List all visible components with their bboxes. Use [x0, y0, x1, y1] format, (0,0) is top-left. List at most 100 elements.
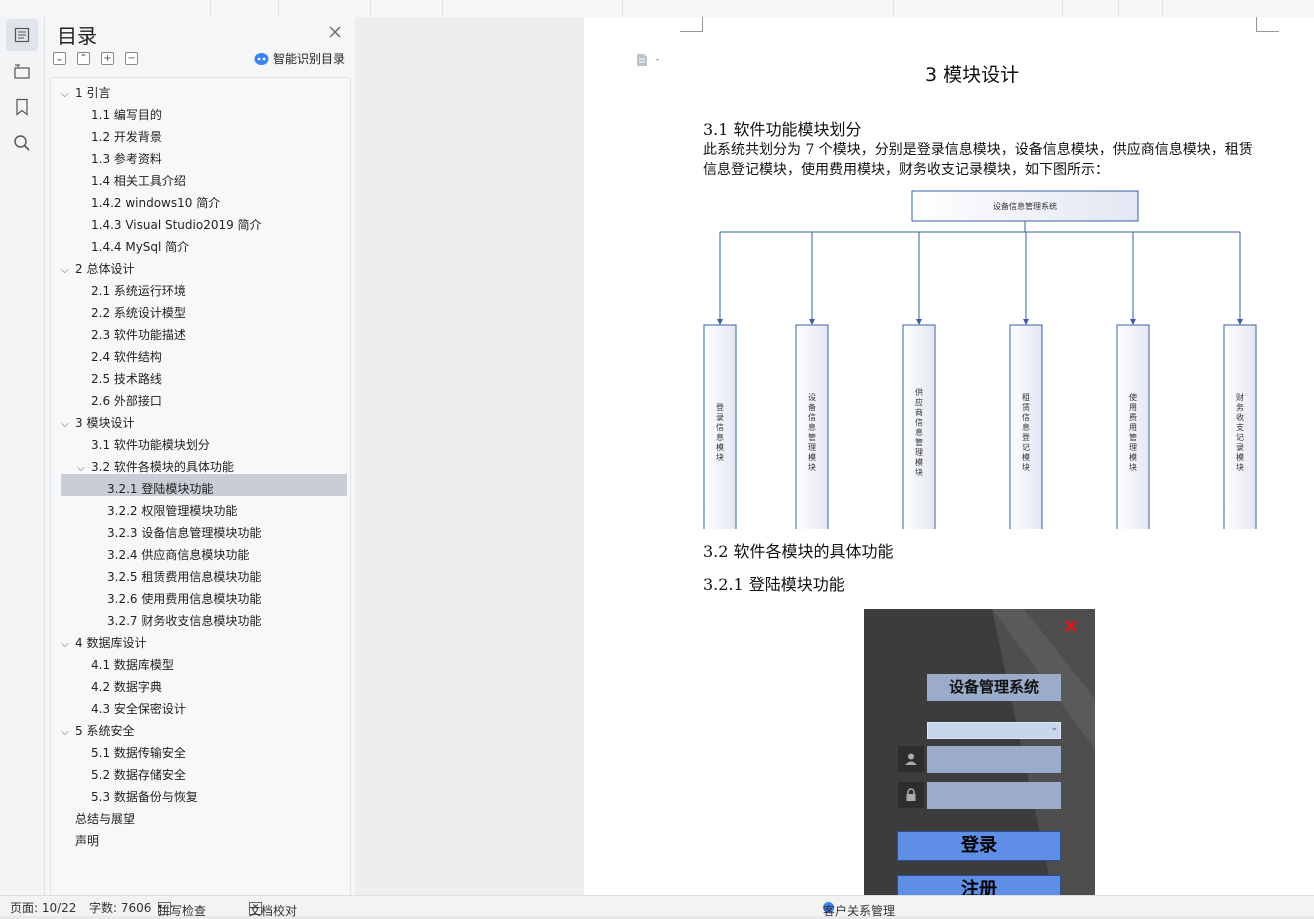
toc-item[interactable]: 5.1 数据传输安全: [91, 742, 186, 764]
toolbar-separator: [1118, 0, 1119, 16]
close-icon[interactable]: [327, 24, 343, 40]
search-rail-button[interactable]: [6, 127, 38, 159]
toc-item-label: 3.2.6 使用费用信息模块功能: [107, 592, 262, 606]
toc-item-label: 1.4.2 windows10 简介: [91, 196, 221, 210]
toc-item[interactable]: ⌵ 4 数据库设计: [61, 632, 146, 654]
chevron-down-icon[interactable]: ⌵: [61, 634, 75, 656]
toc-item[interactable]: 声明: [75, 830, 99, 852]
toc-item[interactable]: 2.1 系统运行环境: [91, 280, 186, 302]
toc-item[interactable]: 4.3 安全保密设计: [91, 698, 186, 720]
toc-rail-button[interactable]: [6, 19, 38, 51]
toc-list: ⌵ 1 引言 1.1 编写目的 1.2 开发背景 1.3 参考资料 1.4 相关工具介绍 1…: [50, 77, 351, 897]
toc-item[interactable]: 1.3 参考资料: [91, 148, 162, 170]
toc-item[interactable]: 3.2.4 供应商信息模块功能: [107, 544, 249, 566]
side-rail: [0, 17, 45, 895]
collapse-all-icon[interactable]: −: [125, 52, 138, 65]
toc-item-label: 总结与展望: [75, 812, 136, 826]
chevron-down-icon[interactable]: ⌵: [77, 458, 91, 480]
outline-rail-button[interactable]: [6, 55, 38, 87]
toolbar-separator: [893, 0, 894, 16]
lock-icon: [898, 782, 924, 808]
expand-all-icon[interactable]: +: [101, 52, 114, 65]
toc-item[interactable]: ⌵ 3 模块设计: [61, 412, 134, 434]
subsection-heading: 3.2 软件各模块的具体功能: [703, 542, 894, 561]
toc-item-label: 1.4.3 Visual Studio2019 简介: [91, 218, 262, 232]
arrow-down-icon: [1023, 319, 1029, 325]
toc-item[interactable]: 2.5 技术路线: [91, 368, 162, 390]
smart-toc-button[interactable]: 智能识别目录: [254, 50, 345, 67]
toc-item[interactable]: 2.6 外部接口: [91, 390, 162, 412]
toc-item[interactable]: 3.1 软件功能模块划分: [91, 434, 210, 456]
toc-item[interactable]: ⌵ 1 引言: [61, 82, 110, 104]
toc-item-label: 5.1 数据传输安全: [91, 746, 186, 760]
collapse-up-icon[interactable]: ⌃: [77, 52, 90, 65]
search-icon: [14, 135, 30, 151]
crop-mark: [680, 17, 703, 32]
toc-item[interactable]: ⌵ 2 总体设计: [61, 258, 134, 280]
toc-item-label: 3.2.7 财务收支信息模块功能: [107, 614, 262, 628]
toc-item[interactable]: 1.4.3 Visual Studio2019 简介: [91, 214, 262, 236]
toc-item-label: 3 模块设计: [75, 416, 135, 430]
collapse-down-icon[interactable]: ⌄: [53, 52, 66, 65]
toc-item[interactable]: 5.3 数据备份与恢复: [91, 786, 198, 808]
toc-item[interactable]: 1.2 开发背景: [91, 126, 162, 148]
toc-item-label: 声明: [75, 834, 100, 848]
toc-item-label: 3.2.5 租赁费用信息模块功能: [107, 570, 262, 584]
chevron-down-icon[interactable]: ⌵: [61, 260, 75, 282]
user-icon: [898, 746, 924, 772]
toc-item[interactable]: 2.2 系统设计模型: [91, 302, 186, 324]
chevron-down-icon[interactable]: ⌵: [61, 414, 75, 436]
page-format-icon[interactable]: [636, 53, 664, 67]
toc-item-label: 4.1 数据库模型: [91, 658, 174, 672]
toc-item[interactable]: 3.2.7 财务收支信息模块功能: [107, 610, 261, 632]
arrow-down-icon: [1237, 319, 1243, 325]
toc-item-label: 4.3 安全保密设计: [91, 702, 186, 716]
toc-item[interactable]: 4.1 数据库模型: [91, 654, 174, 676]
section-heading: 3 模块设计: [925, 64, 1020, 86]
toc-item-label: 1.2 开发背景: [91, 130, 162, 144]
toc-item[interactable]: 5.2 数据存储安全: [91, 764, 186, 786]
toc-panel: 目录 ⌄ ⌃ + − 智能识别目录 ⌵ 1 引言 1.1 编写目的 1.2 开发背景 1…: [45, 17, 355, 897]
bookmark-icon: [16, 98, 28, 116]
page-indicator[interactable]: 页面: 10/22: [10, 899, 76, 916]
toc-item-label: 3.1 软件功能模块划分: [91, 438, 210, 452]
toc-item-label: 5.2 数据存储安全: [91, 768, 186, 782]
diagram-module-label: 租赁信息登记模块: [1022, 393, 1030, 472]
crm-label: 客户关系管理: [823, 904, 896, 918]
bookmark-rail-button[interactable]: [6, 91, 38, 123]
chevron-down-icon[interactable]: ⌵: [61, 722, 75, 744]
chevron-down-icon[interactable]: ⌵: [61, 84, 75, 106]
toc-item-label: 1.4.4 MySql 简介: [91, 240, 190, 254]
toc-item[interactable]: 3.2.3 设备信息管理模块功能: [107, 522, 261, 544]
toc-item[interactable]: 2.4 软件结构: [91, 346, 162, 368]
toc-item[interactable]: 3.2.1 登陆模块功能: [107, 478, 213, 500]
arrow-down-icon: [916, 319, 922, 325]
toc-item[interactable]: 3.2.6 使用费用信息模块功能: [107, 588, 261, 610]
toc-item[interactable]: 1.4.2 windows10 简介: [91, 192, 220, 214]
toc-item[interactable]: 3.2.2 权限管理模块功能: [107, 500, 237, 522]
toc-item[interactable]: 总结与展望: [75, 808, 135, 830]
toc-icon: [14, 27, 30, 43]
toc-item[interactable]: 1.4.4 MySql 简介: [91, 236, 189, 258]
toolbar-separator: [1062, 0, 1063, 16]
toc-item[interactable]: 4.2 数据字典: [91, 676, 162, 698]
toolbar-separator: [622, 0, 623, 16]
login-role-select: ⌄: [927, 722, 1061, 739]
toc-item-label: 4.2 数据字典: [91, 680, 162, 694]
toc-item-label: 5.3 数据备份与恢复: [91, 790, 198, 804]
toc-item[interactable]: 2.3 软件功能描述: [91, 324, 186, 346]
word-count[interactable]: 字数: 7606: [89, 899, 151, 916]
ai-icon: [254, 52, 269, 65]
chevron-down-icon: ▾: [158, 902, 163, 911]
toc-item[interactable]: ⌵ 3.2 软件各模块的具体功能: [77, 456, 234, 478]
toc-item[interactable]: 1.4 相关工具介绍: [91, 170, 186, 192]
toc-item[interactable]: ⌵ 5 系统安全: [61, 720, 134, 742]
toc-item-label: 2.1 系统运行环境: [91, 284, 186, 298]
toc-item-label: 2.4 软件结构: [91, 350, 162, 364]
toc-item-label: 1 引言: [75, 86, 111, 100]
toc-item[interactable]: 1.1 编写目的: [91, 104, 162, 126]
spell-check-label: 拼写检查: [158, 904, 207, 918]
toc-item-label: 3.2.3 设备信息管理模块功能: [107, 526, 262, 540]
toc-item[interactable]: 3.2.5 租赁费用信息模块功能: [107, 566, 261, 588]
arrow-down-icon: [717, 319, 723, 325]
